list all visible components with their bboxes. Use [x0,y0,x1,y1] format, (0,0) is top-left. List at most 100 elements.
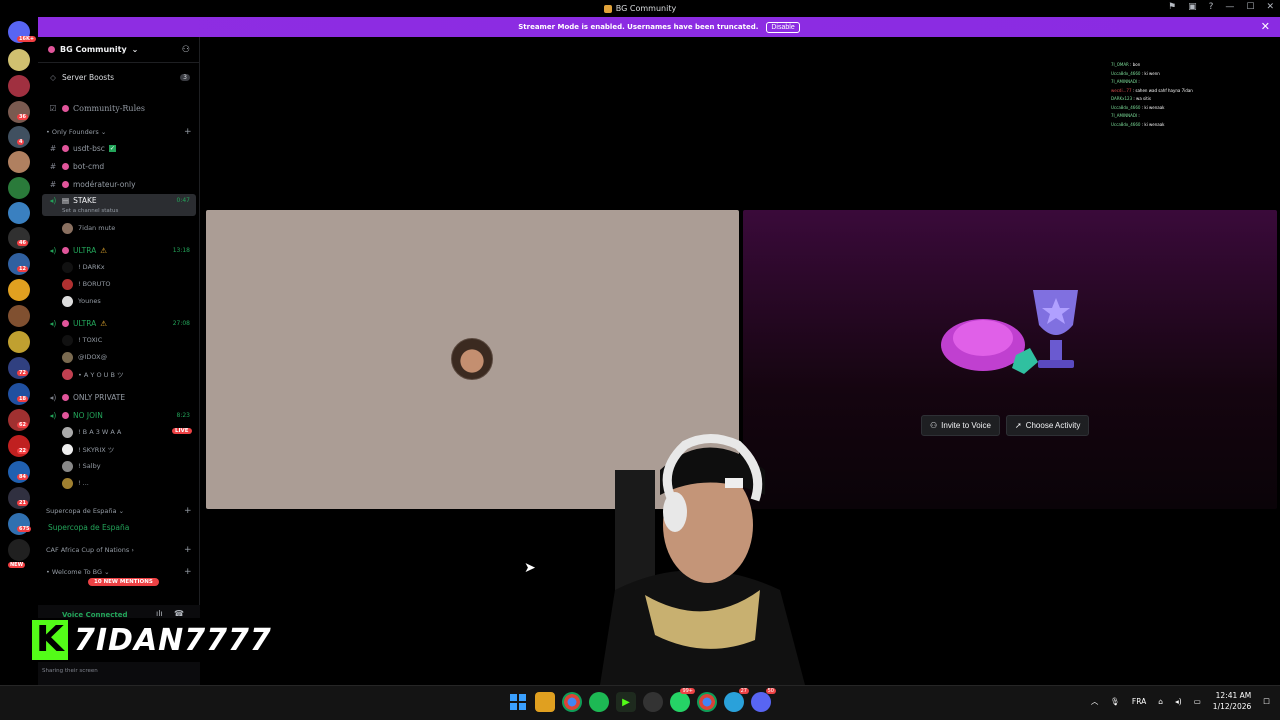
voice-channel-ultra-2[interactable]: ◂) ULTRA ⚠ 27:08 [42,315,196,331]
rules-icon: ☑ [49,103,57,113]
screen-icon[interactable]: ▣ [1188,2,1197,12]
category-supercopa[interactable]: Supercopa de España ⌄ + [46,506,192,516]
signal-icon[interactable]: ılı [156,609,163,618]
rail-badge: 46 [17,240,28,246]
choose-activity-button[interactable]: ➚ Choose Activity [1005,415,1090,436]
server-icon[interactable] [8,151,30,173]
microphone-icon[interactable]: 🎙 [1110,697,1120,706]
discord-icon[interactable]: 50 [751,688,776,712]
add-channel-icon[interactable]: + [184,127,192,137]
disconnect-icon[interactable]: ☎ [174,609,184,618]
chat-line: 7I_OMAR : bon [1111,62,1141,67]
mouse-cursor-icon: ➤ [524,560,536,576]
voice-icon: ◂) [49,196,57,205]
voice-user[interactable]: ! BORUTO [62,277,111,291]
system-tray: ︿ 🎙 FRA ⌂ ◂) ▭ 12:41 AM 1/12/2026 ☐ [1091,690,1270,712]
stage-icon: ▤ [62,196,70,205]
status-dot-icon [62,162,69,170]
rail-badge: 84 [17,474,28,480]
help-icon[interactable]: ? [1209,2,1214,12]
server-icon[interactable] [8,49,30,71]
chevron-up-icon[interactable]: ︿ [1091,696,1099,707]
network-icon[interactable]: ⌂ [1158,697,1163,706]
channel-supercopa[interactable]: Supercopa de España [42,519,196,535]
channel-bot-cmd[interactable]: # bot-cmd [42,158,196,174]
voice-user[interactable]: ! Salby [62,459,101,473]
voice-channel-only-private[interactable]: ◂) ONLY PRIVATE [42,389,196,405]
server-icon[interactable] [8,202,30,224]
file-explorer-icon[interactable] [535,692,555,712]
status-dot-icon [62,319,69,327]
server-icon[interactable] [8,177,30,199]
server-icon [48,46,55,53]
voice-user[interactable]: ! SKYRIX ツ [62,442,114,456]
server-logo-icon [603,4,612,13]
channel-moderateur-only[interactable]: # modérateur-only [42,176,196,192]
rail-badge: NEW [8,562,26,568]
inbox-icon[interactable]: ⚑ [1168,2,1176,12]
chrome-icon-2[interactable] [697,692,717,712]
voice-user[interactable]: @IDOX@ [62,350,107,364]
minimize-button[interactable]: — [1225,2,1234,12]
channel-usdt-bsc[interactable]: # usdt-bsc ✓ [42,140,196,156]
add-user-icon[interactable]: ⚇ [182,45,190,55]
add-user-icon: ⚇ [930,421,938,430]
participant-avatar [451,338,493,380]
add-channel-icon[interactable]: + [184,567,192,577]
language-indicator[interactable]: FRA [1132,697,1146,706]
voice-user[interactable]: Younes [62,294,101,308]
channel-status[interactable]: Set a channel status [62,208,118,214]
server-header[interactable]: BG Community ⌄ ⚇ [38,37,200,63]
check-icon: ✓ [108,144,116,152]
avatar [62,477,73,489]
channel-sidebar: BG Community ⌄ ⚇ ◇ Server Boosts 3 ☑ Com… [38,37,200,685]
hash-icon: # [49,143,57,153]
rail-badge: 16K+ [17,36,37,42]
voice-locked-icon: ◂) [49,392,57,402]
kick-app-icon[interactable]: ▶ [616,692,636,712]
voice-user[interactable]: ! TOXIC [62,333,102,347]
window-title: BG Community [603,4,676,13]
chrome-icon[interactable] [562,692,582,712]
server-icon[interactable] [8,75,30,97]
maximize-button[interactable]: ☐ [1246,2,1254,12]
obs-icon[interactable] [643,692,663,712]
system-clock[interactable]: 12:41 AM 1/12/2026 [1213,690,1251,712]
close-window-button[interactable]: ✕ [1266,2,1274,12]
category-welcome[interactable]: • Welcome To BG ⌄ + [46,567,192,577]
voice-user[interactable]: ! DARKx [62,260,105,274]
windows-start-icon[interactable] [508,692,528,712]
rail-badge: 36 [17,114,28,120]
voice-channel-no-join[interactable]: ◂) NO JOIN 8:23 [42,407,196,423]
new-mentions-pill[interactable]: 10 NEW MENTIONS [88,578,159,586]
channel-community-rules[interactable]: ☑ Community-Rules [42,100,196,116]
category-caf[interactable]: CAF Africa Cup of Nations › + [46,545,192,555]
chat-line: Ucca8dx_4660 : ki wenn [1111,70,1160,76]
server-rail: 16K+ 36 4 46 12 72 18 62 22 84 21 675 NE… [0,17,38,685]
server-icon[interactable] [8,279,30,301]
disable-streamer-button[interactable]: Disable [766,21,800,33]
volume-icon[interactable]: ◂) [1175,697,1182,706]
telegram-icon[interactable]: 27 [724,688,749,712]
invite-to-voice-button[interactable]: ⚇ Invite to Voice [921,415,1000,436]
add-channel-icon[interactable]: + [184,545,192,555]
avatar [62,368,73,380]
spotify-icon[interactable] [589,692,609,712]
server-boosts-item[interactable]: ◇ Server Boosts 3 [42,69,196,85]
notification-icon[interactable]: ☐ [1263,697,1270,706]
voice-user[interactable]: ! ... [62,476,89,490]
battery-icon[interactable]: ▭ [1194,697,1201,706]
avatar [62,222,73,234]
voice-user[interactable]: 7idan mute [62,221,115,235]
add-channel-icon[interactable]: + [184,506,192,516]
voice-channel-ultra-1[interactable]: ◂) ULTRA ⚠ 13:18 [42,242,196,258]
server-icon[interactable] [8,331,30,353]
windows-taskbar: ▶ 99+ 27 50 ︿ 🎙 FRA ⌂ ◂) ▭ 12:41 AM 1/12… [0,685,1280,720]
voice-user[interactable]: • A Y O U B ツ [62,367,123,381]
server-icon[interactable] [8,305,30,327]
category-only-founders[interactable]: • Only Founders ⌄ + [46,127,192,137]
close-banner-icon[interactable]: ✕ [1261,20,1270,33]
server-icon[interactable] [8,539,30,561]
streamer-name: 7IDAN7777 [74,622,272,658]
whatsapp-icon[interactable]: 99+ [670,688,695,712]
